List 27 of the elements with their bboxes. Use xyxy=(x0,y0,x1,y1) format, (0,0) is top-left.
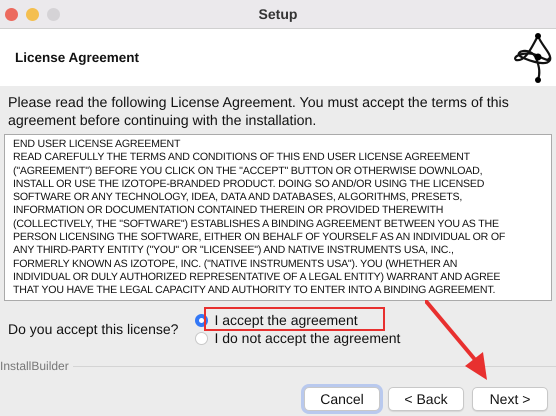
question-label: Do you accept this license? xyxy=(8,321,178,337)
license-line: SOFTWARE OR ANY TECHNOLOGY, IDEA, DATA AND DATABASES, ALGORITHMS, PRESETS, xyxy=(13,191,462,204)
license-line: ANY THIRD-PARTY ENTITY ("YOU" OR "LICENSEE") AND NATIVE INSTRUMENTS USA, INC., xyxy=(13,244,454,258)
license-line: ("AGREEMENT") BEFORE YOU CLICK ON THE "ACCEPT" BUTTON OR OTHERWISE DOWNLOAD, xyxy=(13,164,482,178)
radio-button[interactable] xyxy=(195,332,208,344)
license-line: INSTALL OR USE THE IZOTOPE-BRANDED PRODUCT. DOING SO AND/OR USING THE LICENSED xyxy=(13,178,484,192)
license-line: INDIVIDUAL OR DULY AUTHORIZED REPRESENTATIVE OF A LEGAL ENTITY) WARRANT AND AGREE xyxy=(13,270,500,284)
window-title: Setup xyxy=(258,6,298,22)
license-line: PERSON LICENSING THE SOFTWARE, EITHER ON BEHALF OF YOURSELF AS AN INDIVIDUAL OR OF xyxy=(13,231,506,244)
license-line: FORMERLY KNOWN AS IZOTOPE, INC. ("NATIVE INSTRUMENTS USA"). YOU (WHETHER AN xyxy=(13,258,458,271)
page-title: License Agreement xyxy=(15,50,140,65)
radio-option[interactable]: I accept the agreement xyxy=(195,312,400,328)
logo-icon xyxy=(512,32,554,84)
radio-option[interactable]: I do not accept the agreement xyxy=(195,330,400,346)
license-line: INFORMATION OR DOCUMENTATION CONTAINED THEREIN OR PROVIDED THEREWITH xyxy=(13,204,444,218)
brand-label: InstallBuilder xyxy=(0,359,69,373)
license-line: READ CAREFULLY THE TERMS AND CONDITIONS OF THIS END USER LICENSE AGREEMENT xyxy=(13,151,470,165)
intro-text: Please read the following License Agreement. You must accept the terms of this agreement before continuing with the installation. xyxy=(7,94,510,131)
license-line: THAT YOU HAVE THE LEGAL CAPACITY AND AUTHORITY TO ENTER INTO A BINDING AGREEMENT. xyxy=(13,284,496,298)
minimize-icon[interactable] xyxy=(26,8,39,20)
nav-button[interactable]: < Back xyxy=(388,387,464,411)
cancel-button[interactable]: Cancel xyxy=(304,387,380,411)
nav-button[interactable]: Next > xyxy=(472,387,548,411)
license-text-area[interactable] xyxy=(4,134,552,301)
license-line: (COLLECTIVELY, THE "SOFTWARE") ESTABLISHES A BINDING AGREEMENT BETWEEN YOU AS THE xyxy=(13,218,499,232)
license-line: END USER LICENSE AGREEMENT xyxy=(13,138,180,152)
close-icon[interactable] xyxy=(5,8,18,20)
